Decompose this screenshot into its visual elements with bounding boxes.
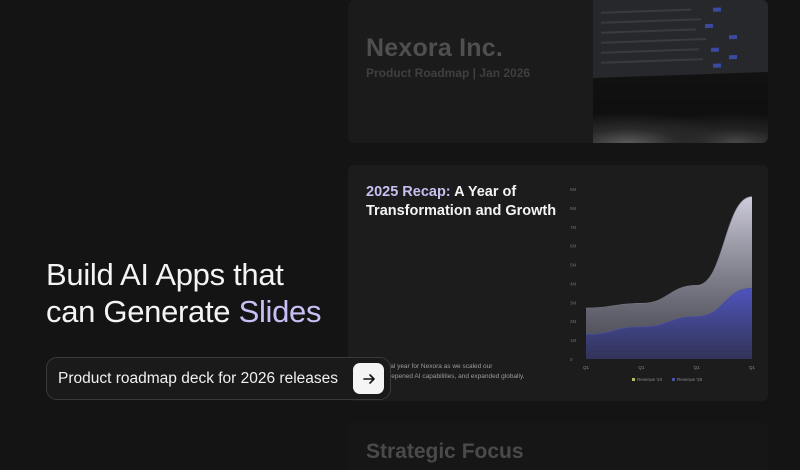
y-tick-label: 4M [570,281,577,286]
x-tick-label: Q1 [694,365,701,370]
hero-heading-line2-text: can Generate [46,294,239,329]
y-tick-label: 6M [570,244,577,249]
arrow-right-icon [362,373,375,384]
y-tick-label: 2M [570,319,577,324]
slide-thumbnail-recap: 2025 Recap: A Year of Transformation and… [348,165,768,401]
legend-swatch [672,378,675,381]
landscape-illustration [593,103,768,143]
hero-heading-line2: can Generate Slides [46,293,366,330]
revenue-chart-svg: 0 1M 2M 3M 4M 5M 6M 7M 8M 9M Q1 Q1 Q1 Q1 Revenue '24 Re… [570,187,756,382]
prompt-input[interactable] [58,369,353,388]
slide-thumbnail-strategy: Strategic Focus [348,422,768,470]
y-tick-label: 9M [570,187,577,192]
legend-label: Revenue '24 [637,377,663,382]
y-tick-label: 1M [570,338,577,343]
slide-strategy-title: Strategic Focus [366,440,524,463]
y-tick-label: 7M [570,225,577,230]
dashboard-screen-illustration [593,0,768,79]
send-button[interactable] [353,363,384,394]
revenue-area-chart: 0 1M 2M 3M 4M 5M 6M 7M 8M 9M Q1 Q1 Q1 Q1 Revenue '24 Re… [568,181,764,387]
prompt-box [46,357,391,400]
slide-cover-subtitle: Product Roadmap | Jan 2026 [366,66,531,80]
slide-thumbnail-cover: Nexora Inc. Product Roadmap | Jan 2026 [348,0,768,143]
slide-recap-body-line: cture, deepened AI capabilities, and exp… [366,373,525,380]
slide-recap-title: 2025 Recap: A Year of Transformation and… [366,183,566,221]
y-tick-label: 0 [570,357,573,362]
slide-recap-title-accent: 2025 Recap: [366,184,451,200]
hero-heading: Build AI Apps that can Generate Slides [46,256,366,330]
x-tick-label: Q1 [638,365,645,370]
slide-cover-image [593,0,768,143]
legend-label: Revenue '25 [677,377,703,382]
slide-recap-body: s a pivotal year for Nexora as we scaled… [366,362,576,382]
hero-heading-accent: Slides [238,294,322,329]
y-tick-label: 5M [570,263,577,268]
slide-recap-body-line: s a pivotal year for Nexora as we scaled… [366,363,493,370]
x-tick-label: Q1 [749,365,756,370]
hero-heading-line1: Build AI Apps that [46,257,284,292]
y-tick-label: 3M [570,300,577,305]
legend-swatch [632,378,635,381]
y-tick-label: 8M [570,206,577,211]
slide-cover-title: Nexora Inc. [366,34,503,62]
x-tick-label: Q1 [583,365,590,370]
